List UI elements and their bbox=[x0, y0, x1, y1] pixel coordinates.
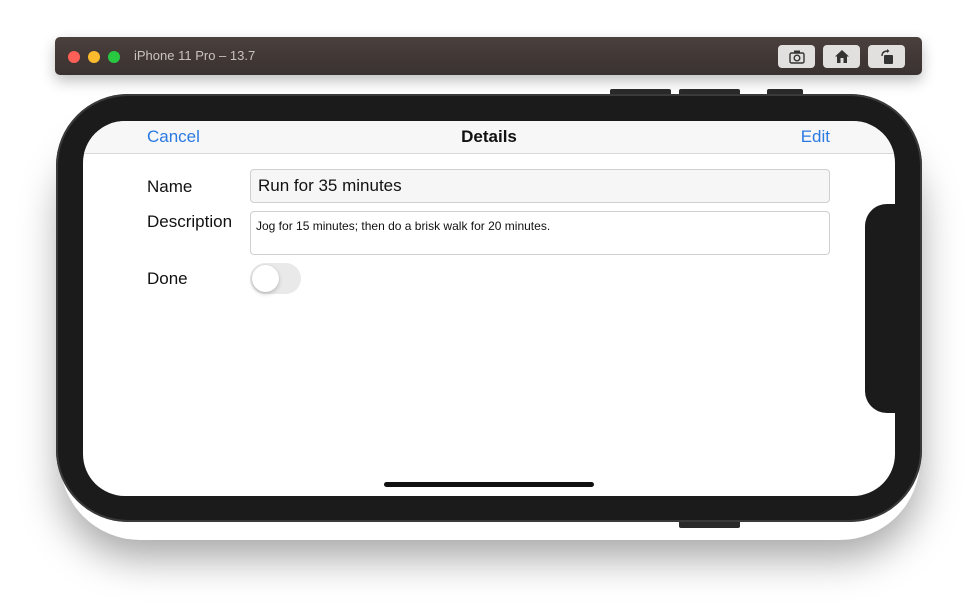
window-title: iPhone 11 Pro – 13.7 bbox=[134, 48, 256, 63]
description-value: Jog for 15 minutes; then do a brisk walk… bbox=[256, 219, 551, 233]
page-title: Details bbox=[461, 127, 517, 146]
rotate-icon bbox=[880, 48, 893, 64]
minimize-window-button[interactable] bbox=[88, 51, 100, 63]
app-screen: Cancel Details Edit Name Run for 35 minu… bbox=[83, 121, 895, 496]
camera-icon bbox=[788, 50, 805, 64]
name-label: Name bbox=[147, 177, 193, 196]
home-button[interactable] bbox=[823, 45, 860, 68]
done-label: Done bbox=[147, 269, 188, 288]
name-value: Run for 35 minutes bbox=[258, 176, 402, 195]
phone-body: Cancel Details Edit Name Run for 35 minu… bbox=[56, 94, 922, 522]
zoom-window-button[interactable] bbox=[108, 51, 120, 63]
description-field[interactable]: Jog for 15 minutes; then do a brisk walk… bbox=[250, 211, 830, 255]
close-window-button[interactable] bbox=[68, 51, 80, 63]
screenshot-button[interactable] bbox=[778, 45, 815, 68]
home-icon bbox=[834, 50, 849, 63]
name-field[interactable]: Run for 35 minutes bbox=[250, 169, 830, 203]
simulator-stage: iPhone 11 Pro – 13.7 Cancel Details Edit… bbox=[0, 0, 978, 606]
toggle-knob bbox=[252, 265, 279, 292]
edit-button[interactable]: Edit bbox=[801, 127, 830, 147]
description-label: Description bbox=[147, 212, 233, 231]
done-toggle[interactable] bbox=[250, 263, 301, 294]
simulator-titlebar: iPhone 11 Pro – 13.7 bbox=[55, 37, 922, 75]
navigation-bar: Cancel Details Edit bbox=[83, 121, 895, 154]
rotate-button[interactable] bbox=[868, 45, 905, 68]
phone-notch bbox=[865, 204, 905, 413]
home-indicator[interactable] bbox=[384, 482, 594, 487]
